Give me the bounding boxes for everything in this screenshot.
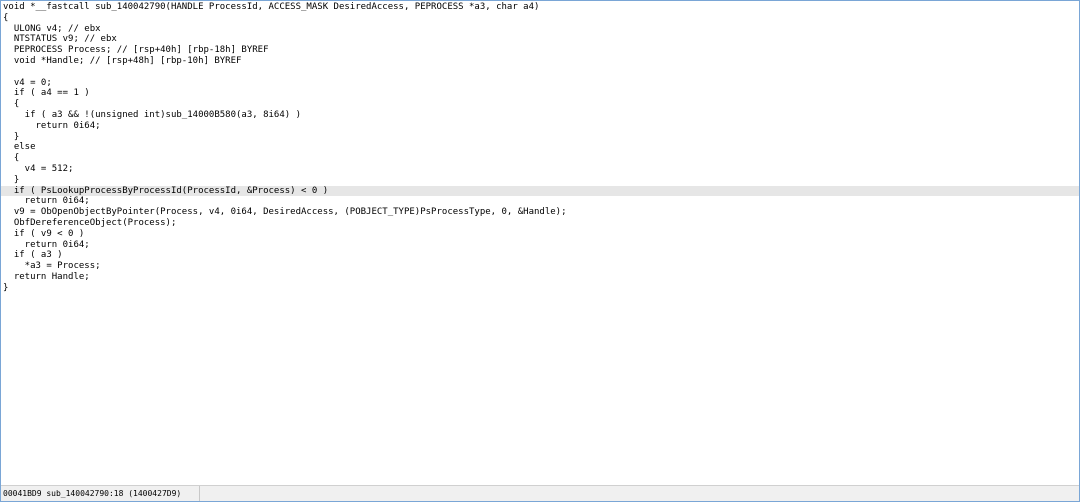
code-line[interactable]: return Handle; (1, 272, 1079, 283)
code-line[interactable]: void *__fastcall sub_140042790(HANDLE Pr… (1, 2, 1079, 13)
status-location: 00041BD9 sub_140042790:18 (1400427D9) (1, 486, 200, 501)
code-line[interactable]: { (1, 13, 1079, 24)
code-line[interactable]: void *Handle; // [rsp+48h] [rbp-10h] BYR… (1, 56, 1079, 67)
code-line[interactable]: else (1, 142, 1079, 153)
code-line[interactable]: v9 = ObOpenObjectByPointer(Process, v4, … (1, 207, 1079, 218)
code-line[interactable]: ULONG v4; // ebx (1, 24, 1079, 35)
pseudocode-window[interactable]: void *__fastcall sub_140042790(HANDLE Pr… (0, 0, 1080, 502)
code-line[interactable]: if ( PsLookupProcessByProcessId(ProcessI… (1, 185, 1079, 197)
code-line[interactable]: } (1, 175, 1079, 186)
code-line[interactable]: if ( a4 == 1 ) (1, 88, 1079, 99)
code-line[interactable]: v4 = 512; (1, 164, 1079, 175)
code-line[interactable]: { (1, 153, 1079, 164)
code-line[interactable]: return 0i64; (1, 240, 1079, 251)
code-line[interactable]: if ( a3 ) (1, 250, 1079, 261)
code-line[interactable]: PEPROCESS Process; // [rsp+40h] [rbp-18h… (1, 45, 1079, 56)
code-line[interactable]: ObfDereferenceObject(Process); (1, 218, 1079, 229)
status-bar: 00041BD9 sub_140042790:18 (1400427D9) (1, 485, 1079, 501)
code-line[interactable]: return 0i64; (1, 121, 1079, 132)
code-line[interactable]: if ( a3 && !(unsigned int)sub_14000B580(… (1, 110, 1079, 121)
code-line[interactable]: } (1, 132, 1079, 143)
code-line[interactable] (1, 67, 1079, 78)
code-line[interactable]: NTSTATUS v9; // ebx (1, 34, 1079, 45)
code-line[interactable]: v4 = 0; (1, 78, 1079, 89)
code-line[interactable]: *a3 = Process; (1, 261, 1079, 272)
code-line[interactable]: return 0i64; (1, 196, 1079, 207)
pseudocode-view[interactable]: void *__fastcall sub_140042790(HANDLE Pr… (1, 1, 1079, 485)
code-line[interactable]: if ( v9 < 0 ) (1, 229, 1079, 240)
code-line[interactable]: { (1, 99, 1079, 110)
code-line[interactable]: } (1, 283, 1079, 294)
